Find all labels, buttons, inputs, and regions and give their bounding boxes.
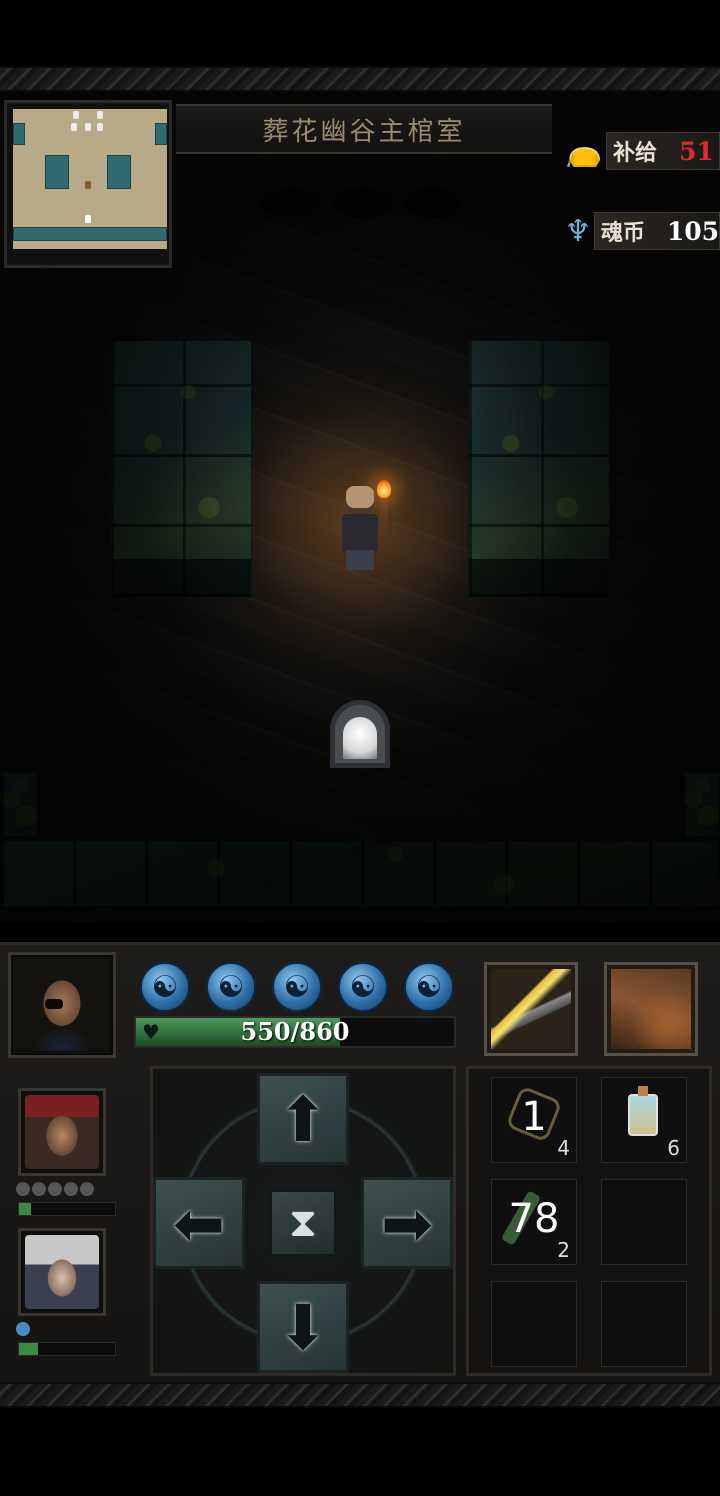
soul-coin-plate: 魂币 105 bbox=[593, 212, 720, 250]
movement-pad: ⬆ ⬅ ➡ ⬇ ⧗ bbox=[150, 1066, 456, 1376]
quick-inventory: 1 4 6 78 2 bbox=[466, 1066, 712, 1376]
inventory-slot-empty[interactable] bbox=[601, 1179, 687, 1265]
bat-shadow[interactable] bbox=[260, 188, 320, 218]
skill-orb-3[interactable]: ☯ bbox=[272, 962, 322, 1012]
move-down-button[interactable]: ⬇ bbox=[257, 1281, 349, 1373]
player-character[interactable] bbox=[334, 480, 394, 572]
supply-counter: 👝 补给 51 bbox=[562, 126, 720, 176]
top-border bbox=[0, 66, 720, 92]
hp-bar: ♥ 550/860 bbox=[134, 1016, 456, 1048]
party-hp-bar bbox=[18, 1342, 116, 1356]
minimap-marker bbox=[85, 123, 91, 131]
move-up-button[interactable]: ⬆ bbox=[257, 1073, 349, 1165]
skill-orb-1[interactable]: ☯ bbox=[140, 962, 190, 1012]
wall-edge-right bbox=[682, 772, 720, 840]
inventory-slot[interactable]: 78 2 bbox=[491, 1179, 577, 1265]
supply-bag-icon: 👝 bbox=[565, 133, 603, 169]
hero-portrait[interactable] bbox=[8, 952, 116, 1058]
minimap-door-icon bbox=[85, 215, 91, 223]
torch bbox=[380, 494, 388, 528]
wall-block-left bbox=[110, 340, 252, 598]
party-member-2[interactable] bbox=[10, 1228, 134, 1366]
wall-row-bottom bbox=[0, 840, 720, 910]
bottom-border bbox=[0, 1382, 720, 1408]
potion-bottle-icon bbox=[628, 1086, 658, 1136]
minimap-player-icon bbox=[85, 181, 91, 189]
exit-door[interactable] bbox=[330, 700, 390, 768]
inventory-slot[interactable]: 1 4 bbox=[491, 1077, 577, 1163]
supply-label: 补给 bbox=[613, 140, 658, 166]
move-right-button[interactable]: ➡ bbox=[361, 1177, 453, 1269]
skill-orb-4[interactable]: ☯ bbox=[338, 962, 388, 1012]
party-orbs bbox=[16, 1182, 94, 1196]
wait-hourglass-button[interactable]: ⧗ bbox=[269, 1189, 337, 1257]
minimap-wall bbox=[13, 227, 167, 241]
minimap-pool bbox=[45, 155, 69, 189]
player-legs bbox=[346, 550, 374, 570]
pirate-portrait bbox=[18, 1088, 106, 1176]
minimap-marker bbox=[97, 111, 103, 119]
wall-block-right bbox=[468, 340, 610, 598]
bottom-void bbox=[0, 1408, 720, 1496]
minimap-marker bbox=[73, 111, 79, 119]
slot-quantity: 6 bbox=[667, 1136, 680, 1160]
minimap[interactable] bbox=[4, 100, 172, 268]
inventory-slot-empty[interactable] bbox=[601, 1281, 687, 1367]
soul-coin-counter: ♆ 魂币 105 bbox=[562, 206, 720, 256]
eyepatch bbox=[45, 999, 63, 1009]
soul-coin-icon: ♆ bbox=[564, 213, 592, 249]
soul-coin-value: 105 bbox=[666, 216, 719, 246]
slot-count: 1 bbox=[521, 1094, 547, 1140]
player-body bbox=[342, 514, 378, 554]
torch-flame bbox=[377, 480, 391, 498]
location-title: 葬花幽谷主棺室 bbox=[176, 104, 552, 154]
player-head bbox=[346, 486, 374, 514]
goggles-portrait bbox=[18, 1228, 106, 1316]
party-hp-bar bbox=[18, 1202, 116, 1216]
soul-coin-label: 魂币 bbox=[600, 220, 645, 246]
slot-quantity: 2 bbox=[557, 1238, 570, 1262]
hp-text: 550/860 bbox=[240, 1017, 350, 1046]
slot-quantity: 4 bbox=[557, 1136, 570, 1160]
minimap-marker bbox=[97, 123, 103, 131]
claw-strike-skill-icon[interactable] bbox=[604, 962, 698, 1056]
flaming-sword-skill-icon[interactable] bbox=[484, 962, 578, 1056]
supply-value: 51 bbox=[679, 136, 714, 166]
minimap-wall bbox=[13, 123, 25, 145]
slot-count: 78 bbox=[508, 1196, 560, 1242]
skill-orb-2[interactable]: ☯ bbox=[206, 962, 256, 1012]
minimap-wall bbox=[155, 123, 167, 145]
minimap-pool bbox=[107, 155, 131, 189]
wall-edge-left bbox=[0, 772, 38, 840]
party-member-1[interactable] bbox=[10, 1088, 134, 1226]
minimap-marker bbox=[71, 123, 77, 131]
skill-orb-5[interactable]: ☯ bbox=[404, 962, 454, 1012]
bat-shadow[interactable] bbox=[402, 188, 462, 218]
inventory-slot[interactable]: 6 bbox=[601, 1077, 687, 1163]
supply-plate: 补给 51 bbox=[606, 132, 720, 170]
inventory-slot-empty[interactable] bbox=[491, 1281, 577, 1367]
party-orbs bbox=[16, 1322, 30, 1336]
move-left-button[interactable]: ⬅ bbox=[153, 1177, 245, 1269]
bat-shadow[interactable] bbox=[332, 188, 392, 218]
